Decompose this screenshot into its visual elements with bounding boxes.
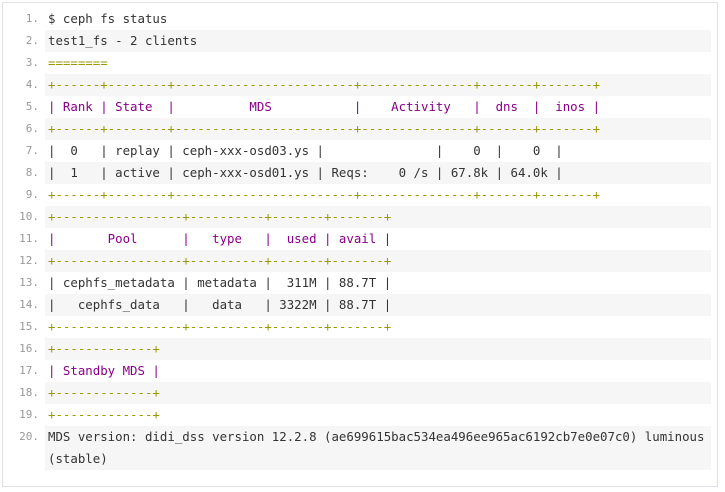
code-line: 9. +------+--------+--------------------… xyxy=(3,184,717,206)
code-text: | cephfs_data | data | 3322M | 88.7T | xyxy=(45,294,711,316)
line-number: 10. xyxy=(19,210,39,223)
code-lines: 1. $ ceph fs status 2. test1_fs - 2 clie… xyxy=(3,8,717,470)
code-line: 6. +------+--------+--------------------… xyxy=(3,118,717,140)
line-number: 11. xyxy=(19,232,39,245)
code-line: 7. | 0 | replay | ceph-xxx-osd03.ys | | … xyxy=(3,140,717,162)
line-number: 14. xyxy=(19,298,39,311)
code-text: | Rank | State | MDS | Activity | dns | … xyxy=(45,96,711,118)
code-line: 11. | Pool | type | used | avail | xyxy=(3,228,717,250)
line-number: 7. xyxy=(25,144,39,157)
line-number: 9. xyxy=(25,188,39,201)
line-number: 13. xyxy=(19,276,39,289)
code-line: 16. +-------------+ xyxy=(3,338,717,360)
code-line: 18. +-------------+ xyxy=(3,382,717,404)
code-line: 17. | Standby MDS | xyxy=(3,360,717,382)
code-line: 10. +-----------------+----------+------… xyxy=(3,206,717,228)
code-text: +-----------------+----------+-------+--… xyxy=(45,316,711,338)
code-block: 1. $ ceph fs status 2. test1_fs - 2 clie… xyxy=(2,2,718,487)
code-line: 20. MDS version: didi_dss version 12.2.8… xyxy=(3,426,717,470)
code-text: +-------------+ xyxy=(45,382,711,404)
code-line: 2. test1_fs - 2 clients xyxy=(3,30,717,52)
code-text: MDS version: didi_dss version 12.2.8 (ae… xyxy=(45,426,711,470)
line-number: 1. xyxy=(25,12,39,25)
code-line: 1. $ ceph fs status xyxy=(3,8,717,30)
code-text: +------+--------+-----------------------… xyxy=(45,118,711,140)
code-text: +-------------+ xyxy=(45,404,711,426)
line-number: 19. xyxy=(19,408,39,421)
code-line: 14. | cephfs_data | data | 3322M | 88.7T… xyxy=(3,294,717,316)
code-line: 12. +-----------------+----------+------… xyxy=(3,250,717,272)
line-number: 20. xyxy=(19,430,39,443)
code-line: 4. +------+--------+--------------------… xyxy=(3,74,717,96)
code-line: 19. +-------------+ xyxy=(3,404,717,426)
code-text: | Standby MDS | xyxy=(45,360,711,382)
line-number: 12. xyxy=(19,254,39,267)
code-text: +-----------------+----------+-------+--… xyxy=(45,206,711,228)
code-line: 15. +-----------------+----------+------… xyxy=(3,316,717,338)
code-text: | 0 | replay | ceph-xxx-osd03.ys | | 0 |… xyxy=(45,140,711,162)
code-text: +------+--------+-----------------------… xyxy=(45,184,711,206)
code-text: $ ceph fs status xyxy=(45,8,711,30)
line-number: 8. xyxy=(25,166,39,179)
line-number: 18. xyxy=(19,386,39,399)
code-text: ======== xyxy=(45,52,711,74)
line-number: 3. xyxy=(25,56,39,69)
line-number: 17. xyxy=(19,364,39,377)
line-number: 5. xyxy=(25,100,39,113)
line-number: 15. xyxy=(19,320,39,333)
code-line: 3. ======== xyxy=(3,52,717,74)
line-number: 16. xyxy=(19,342,39,355)
code-text: | cephfs_metadata | metadata | 311M | 88… xyxy=(45,272,711,294)
line-number: 4. xyxy=(25,78,39,91)
code-text: | Pool | type | used | avail | xyxy=(45,228,711,250)
line-number: 6. xyxy=(25,122,39,135)
code-text: +-----------------+----------+-------+--… xyxy=(45,250,711,272)
code-text: | 1 | active | ceph-xxx-osd01.ys | Reqs:… xyxy=(45,162,711,184)
code-line: 13. | cephfs_metadata | metadata | 311M … xyxy=(3,272,717,294)
code-text: +-------------+ xyxy=(45,338,711,360)
code-line: 5. | Rank | State | MDS | Activity | dns… xyxy=(3,96,717,118)
line-number: 2. xyxy=(25,34,39,47)
code-text: +------+--------+-----------------------… xyxy=(45,74,711,96)
code-text: test1_fs - 2 clients xyxy=(45,30,711,52)
code-line: 8. | 1 | active | ceph-xxx-osd01.ys | Re… xyxy=(3,162,717,184)
